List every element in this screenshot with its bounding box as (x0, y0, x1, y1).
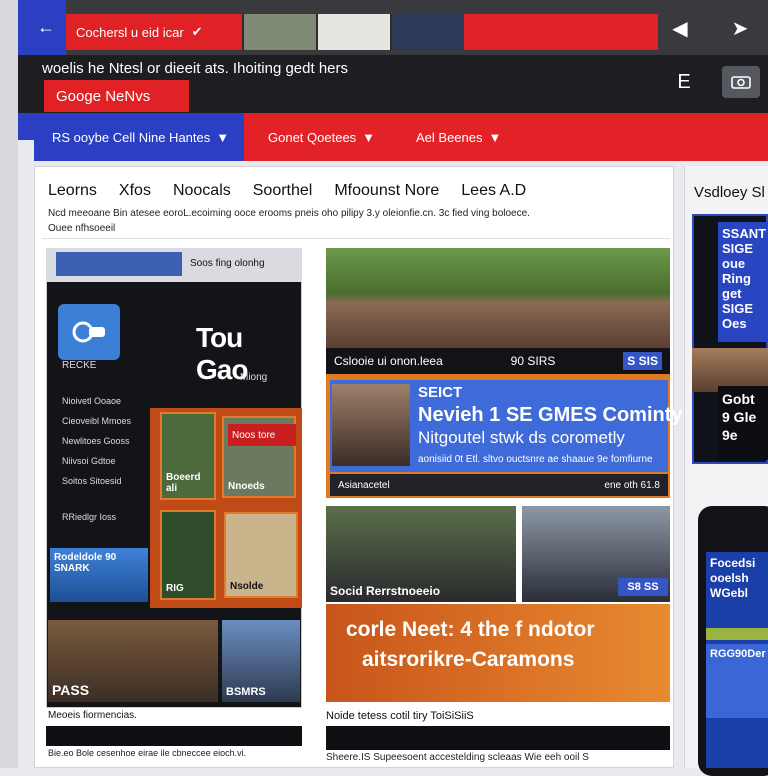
chevron-down-icon: ▼ (216, 129, 230, 145)
story-summary: aonisiid 0t Etl. sltvo ouctsnre ae shaau… (418, 454, 653, 465)
divider (42, 238, 670, 239)
phone-stripe (706, 628, 768, 640)
url-text[interactable]: woelis he Ntesl or dieeit ats. Ihoiting … (42, 60, 642, 80)
category-tab[interactable]: Noocals (173, 182, 231, 206)
tile-label[interactable]: Noos tore (228, 424, 296, 446)
column-fineprint: Sheere.IS Supeesoent accestelding scleaa… (326, 752, 589, 763)
previous-icon[interactable]: ◀ (660, 12, 700, 44)
news-tile[interactable]: Nsolde (224, 512, 298, 598)
story-source[interactable]: Asianacetel (338, 480, 390, 491)
card-header-tab[interactable] (56, 252, 182, 276)
card-list-item[interactable]: Cieoveibl Mmoes (62, 416, 146, 428)
category-tab[interactable]: Lees A.D (461, 182, 526, 206)
photo-caption[interactable]: Cslooie ui onon.leea (334, 354, 443, 368)
back-arrow-icon[interactable]: ← (34, 14, 58, 40)
photo-caption-bar: Cslooie ui onon.leea 90 SIRS S SIS (326, 348, 670, 374)
category-nav: Leorns Xfos Noocals Soorthel Mfoounst No… (48, 182, 658, 206)
news-tile[interactable]: RIG (160, 510, 216, 600)
card-footer-bar (46, 726, 302, 746)
secondary-filter-label: Gonet Qoetees (268, 129, 357, 145)
news-photo[interactable]: Socid Rerrstnoeeio (326, 506, 516, 602)
story-headline-2[interactable]: Nitgoutel stwk ds corometly (418, 428, 668, 450)
app-logo-icon (58, 304, 120, 360)
sub-nav: Ncd meeoane Bin atesee eoroL.ecoiming oo… (48, 206, 648, 236)
sidebar-headline[interactable]: SSANT SIGE oue Ring get SIGE Oes (718, 222, 768, 342)
card-list-item[interactable]: Newlitoes Gooss (62, 436, 146, 448)
subnav-line[interactable]: Ncd meeoane Bin atesee eoroL.ecoiming oo… (48, 206, 648, 221)
card-caption: Meoeis fiormencias. (48, 710, 137, 721)
card-subtitle: RECKE (62, 360, 97, 371)
subnav-line[interactable]: Ouee nfhsoeeil (48, 221, 648, 236)
news-tile[interactable]: Rodeldole 90 SNARK (50, 548, 148, 602)
thumbnail[interactable] (316, 14, 390, 50)
thumbnail[interactable] (242, 14, 316, 50)
tab-thumbnails (242, 14, 464, 50)
left-edge (0, 0, 18, 768)
promo-title-2: aitsrorikre-Caramons (362, 648, 575, 671)
column-footer-bar (326, 726, 670, 750)
tab-strip-red (464, 14, 658, 50)
promo-title: corle Neet: 4 the f ndotor (346, 618, 595, 641)
news-photo[interactable] (326, 248, 670, 348)
menu-e-button[interactable]: E (665, 66, 703, 98)
story-meta-bar: Asianacetel ene oth 61.8 (330, 474, 668, 496)
photo-tag[interactable]: S SIS (623, 352, 662, 370)
category-tab[interactable]: Mfoounst Nore (334, 182, 439, 206)
card-list-item[interactable]: Nioivetl Ooaoe (62, 396, 146, 408)
card-list-item[interactable]: Soitos Sitoesid (62, 476, 146, 488)
story-thumbnail[interactable] (332, 384, 410, 466)
primary-filter-label: RS ooybe Cell Nine Hantes (52, 129, 211, 145)
card-fineprint: Bie.eo Bole cesenhoe eirae ile cbneccee … (48, 748, 247, 758)
story-meta: ene oth 61.8 (604, 479, 660, 491)
card-headline: Tou Gao (196, 322, 248, 385)
chevron-down-icon: ▼ (362, 129, 376, 145)
sidebar-headline-2[interactable]: Gobt 9 Gle 9e (718, 386, 768, 460)
category-tab[interactable]: Xfos (119, 182, 151, 206)
news-tile[interactable]: Boeerd ali (160, 412, 216, 500)
news-tile[interactable]: BSMRS (222, 620, 300, 702)
phone-tile[interactable]: RGG90Der (706, 644, 768, 718)
thumbnail[interactable] (390, 14, 464, 50)
sidebar-title: Vsdloey Sl (694, 184, 765, 201)
photo-tag[interactable]: S8 SS (618, 578, 668, 596)
photo-caption-count: 90 SIRS (510, 354, 556, 368)
story-kicker: SEICT (418, 384, 463, 401)
tab-title: Cochersl u eid icar (76, 24, 184, 40)
story-headline[interactable]: Nevieh 1 SE GMES Cominty (418, 404, 683, 426)
card-list-item[interactable]: RRiedlgr Ioss (62, 512, 146, 524)
category-tab[interactable]: Leorns (48, 182, 97, 206)
primary-filter-dropdown[interactable]: RS ooybe Cell Nine Hantes ▼ (34, 113, 244, 161)
camera-icon[interactable] (722, 66, 760, 98)
category-tab[interactable]: Soorthel (253, 182, 313, 206)
next-icon[interactable]: ➤ (720, 12, 760, 44)
card-dropdown-label[interactable]: Miong (240, 372, 300, 386)
tertiary-filter-dropdown[interactable]: Ael Beenes ▼ (416, 113, 501, 161)
chevron-down-icon: ▼ (488, 129, 502, 145)
news-tile[interactable]: PASS (48, 620, 218, 702)
secondary-filter-dropdown[interactable]: Gonet Qoetees ▼ (268, 113, 375, 161)
tab-check-icon: ✔ (191, 24, 203, 39)
tertiary-filter-label: Ael Beenes (416, 129, 483, 145)
card-list-item[interactable]: Niivsoi Gdtoe (62, 456, 146, 468)
browser-tab[interactable]: Cochersl u eid icar ✔ (66, 14, 242, 50)
column-caption: Noide tetess cotil tiry ToiSiSiiS (326, 710, 474, 722)
card-header-text: Soos fing olonhg (190, 258, 265, 269)
google-news-button[interactable]: Googe NeNvs (44, 80, 189, 112)
